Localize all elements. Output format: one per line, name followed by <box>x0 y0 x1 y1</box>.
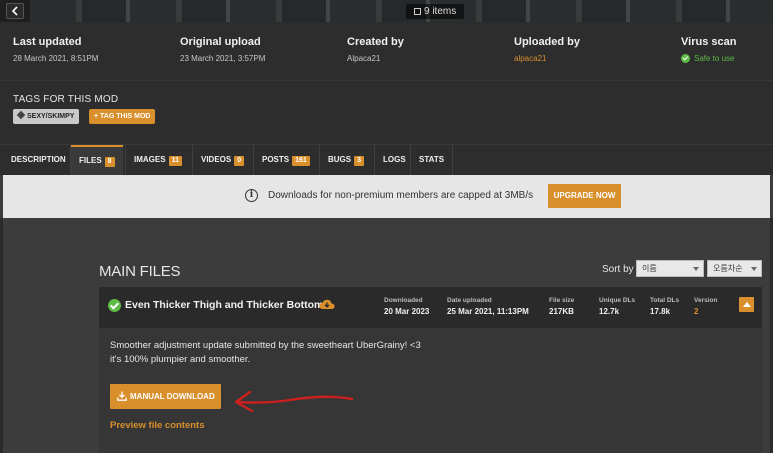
image-icon <box>414 8 421 15</box>
files-count-badge: 8 <box>104 157 115 167</box>
file-header[interactable]: Even Thicker Thigh and Thicker Bottom Do… <box>99 287 762 328</box>
dropdown-caret-icon <box>751 267 757 271</box>
dropdown-caret-icon <box>693 267 699 271</box>
stat-date-uploaded: Date uploaded 25 Mar 2021, 11:13PM <box>447 297 529 316</box>
main-files-heading: MAIN FILES <box>99 263 181 280</box>
created-by: Created by Alpaca21 <box>347 36 404 63</box>
stat-file-size: File size 217KB <box>549 297 575 316</box>
uploaded-by: Uploaded by alpaca21 <box>514 36 581 63</box>
left-background <box>0 218 3 453</box>
gallery-back-button[interactable] <box>6 3 24 19</box>
image-gallery-strip[interactable]: 9 items <box>0 0 773 22</box>
cloud-download-icon <box>319 299 335 309</box>
stat-unique-dls: Unique DLs 12.7k <box>599 297 636 316</box>
last-updated: Last updated 28 March 2021, 8:51PM <box>13 36 99 63</box>
virus-scan: Virus scan Safe to use <box>681 36 737 63</box>
tab-logs[interactable]: LOGS <box>375 145 414 176</box>
tags-section: TAGS FOR THIS MOD SEXY/SKIMPY + TAG THIS… <box>0 80 773 144</box>
uploader-link[interactable]: alpaca21 <box>514 54 580 63</box>
gallery-count: 9 items <box>406 4 465 19</box>
upgrade-now-button[interactable]: UPGRADE NOW <box>548 184 621 208</box>
gallery-thumbnails[interactable] <box>30 0 773 22</box>
tab-posts[interactable]: POSTS 161 <box>254 145 318 176</box>
stat-total-dls: Total DLs 17.8k <box>650 297 680 316</box>
file-description: Smoother adjustment update submitted by … <box>110 340 421 365</box>
videos-count-badge: 0 <box>234 156 245 166</box>
plus-icon: + <box>94 113 99 120</box>
check-circle-icon <box>681 54 690 63</box>
tab-bugs[interactable]: BUGS 3 <box>320 145 372 176</box>
banner-message: Downloads for non-premium members are ca… <box>268 190 534 201</box>
virus-scan-status[interactable]: Safe to use <box>681 54 736 63</box>
tab-files[interactable]: FILES 8 <box>71 145 123 176</box>
sort-order-select[interactable]: 오름차순 <box>707 260 762 277</box>
sort-field-select[interactable]: 이름 <box>636 260 704 277</box>
stat-downloaded: Downloaded 20 Mar 2023 <box>384 297 430 316</box>
original-upload: Original upload 23 March 2021, 3:57PM <box>180 36 266 63</box>
mod-meta-row: Last updated 28 March 2021, 8:51PM Origi… <box>0 22 773 80</box>
back-arrow-icon <box>11 6 18 16</box>
bugs-count-badge: 3 <box>354 156 365 166</box>
posts-count-badge: 161 <box>292 156 310 166</box>
tags-heading: TAGS FOR THIS MOD <box>13 94 119 105</box>
download-icon <box>117 391 127 401</box>
mod-tabs: DESCRIPTION FILES 8 IMAGES 11 VIDEOS 0 POST… <box>0 144 773 176</box>
preview-file-contents-link[interactable]: Preview file contents <box>110 420 205 431</box>
file-name: Even Thicker Thigh and Thicker Bottom <box>125 299 324 311</box>
manual-download-button[interactable]: MANUAL DOWNLOAD <box>110 384 221 409</box>
info-icon: i <box>245 189 258 202</box>
tag-pill[interactable]: SEXY/SKIMPY <box>13 109 80 124</box>
collapse-toggle-button[interactable] <box>739 297 754 312</box>
tab-videos[interactable]: VIDEOS 0 <box>193 145 252 176</box>
tab-stats[interactable]: STATS <box>411 145 452 176</box>
tab-images[interactable]: IMAGES 11 <box>126 145 190 176</box>
file-details: Smoother adjustment update submitted by … <box>99 328 762 453</box>
sort-by-label: Sort by <box>602 264 634 275</box>
download-cap-banner: i Downloads for non-premium members are … <box>3 175 770 218</box>
tab-description[interactable]: DESCRIPTION <box>3 145 74 176</box>
red-arrow-annotation <box>234 390 354 413</box>
check-circle-icon <box>108 299 121 312</box>
stat-version: Version 2 <box>694 297 718 316</box>
tag-icon <box>16 110 26 120</box>
images-count-badge: 11 <box>168 156 182 166</box>
tag-this-mod-button[interactable]: + TAG THIS MOD <box>89 109 156 124</box>
